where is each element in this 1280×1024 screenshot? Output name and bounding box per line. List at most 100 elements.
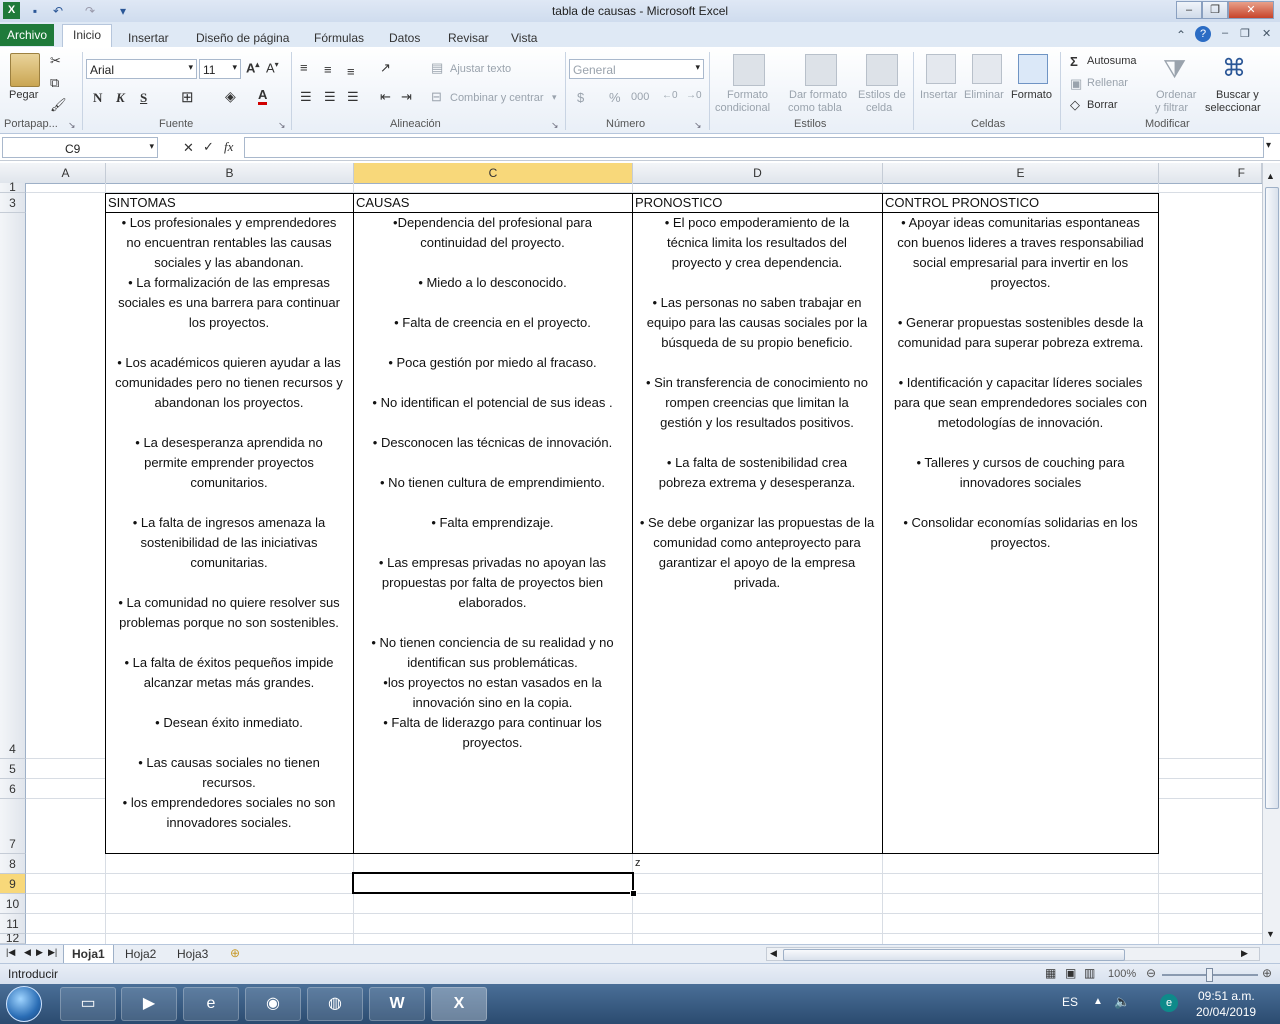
orientation-icon[interactable]: ↗: [380, 60, 391, 76]
zoom-slider-thumb[interactable]: [1206, 968, 1213, 982]
row-header-10[interactable]: 10: [0, 894, 26, 914]
sort-filter-label-2[interactable]: y filtrar: [1155, 102, 1188, 114]
thousands-button[interactable]: 000: [631, 91, 649, 103]
number-launcher-icon[interactable]: ↘: [694, 120, 702, 131]
cell-d8[interactable]: z: [635, 857, 641, 869]
align-bottom-icon[interactable]: ≡: [347, 64, 355, 79]
sheet-tab-hoja2[interactable]: Hoja2: [117, 945, 164, 963]
decrease-indent-icon[interactable]: ⇤: [380, 89, 391, 105]
normal-view-icon[interactable]: ▦: [1045, 966, 1056, 980]
font-color-button[interactable]: A: [258, 88, 268, 105]
network-icon[interactable]: e: [1160, 994, 1178, 1012]
italic-button[interactable]: K: [116, 90, 125, 106]
increase-indent-icon[interactable]: ⇥: [401, 89, 412, 105]
format-as-table-label-2[interactable]: como tabla: [788, 102, 842, 114]
insert-function-button[interactable]: fx: [224, 139, 233, 155]
sort-filter-label-1[interactable]: Ordenar: [1156, 89, 1196, 101]
format-cells-button[interactable]: Formato: [1011, 89, 1052, 101]
format-painter-icon[interactable]: 🖌: [50, 97, 67, 113]
start-button[interactable]: [6, 986, 42, 1022]
row-header-9[interactable]: 9: [0, 874, 26, 894]
scroll-right-icon[interactable]: ▶: [1241, 948, 1248, 959]
horizontal-scroll-thumb[interactable]: [783, 949, 1125, 961]
formula-input[interactable]: [244, 137, 1264, 158]
tab-archivo[interactable]: Archivo: [0, 24, 54, 46]
first-sheet-icon[interactable]: |◀: [6, 947, 15, 958]
column-header-a[interactable]: A: [26, 163, 106, 183]
taskbar-media-icon[interactable]: ▶: [121, 987, 177, 1021]
sheet-tab-hoja3[interactable]: Hoja3: [169, 945, 216, 963]
column-header-b[interactable]: B: [106, 163, 354, 183]
row-header-1[interactable]: 1: [0, 181, 26, 193]
name-box[interactable]: C9 ▾: [2, 137, 158, 158]
row-header-7[interactable]: 7: [0, 799, 26, 854]
cancel-entry-icon[interactable]: ✕: [183, 140, 194, 156]
grow-font-icon[interactable]: A▴: [246, 60, 259, 75]
paste-button[interactable]: Pegar: [9, 89, 38, 101]
taskbar-ie-icon[interactable]: e: [183, 987, 239, 1021]
percent-button[interactable]: %: [609, 90, 621, 105]
shrink-font-icon[interactable]: A▾: [266, 60, 279, 75]
cell-causas[interactable]: •Dependencia del profesional para contin…: [354, 213, 631, 853]
align-right-icon[interactable]: ☰: [347, 89, 359, 105]
last-sheet-icon[interactable]: ▶|: [48, 947, 57, 958]
header-causas[interactable]: CAUSAS: [354, 193, 631, 213]
decrease-decimal-icon[interactable]: →0: [686, 90, 702, 101]
confirm-entry-icon[interactable]: ✓: [203, 139, 214, 155]
tab-insertar[interactable]: Insertar: [118, 28, 179, 49]
fill-handle[interactable]: [630, 890, 637, 897]
tab-datos[interactable]: Datos: [379, 28, 430, 49]
find-select-label-2[interactable]: seleccionar: [1205, 102, 1261, 114]
insert-cells-button[interactable]: Insertar: [920, 89, 957, 101]
row-header-5[interactable]: 5: [0, 759, 26, 779]
scroll-left-icon[interactable]: ◀: [770, 948, 777, 959]
scroll-down-icon[interactable]: ▼: [1266, 929, 1275, 939]
prev-sheet-icon[interactable]: ◀: [24, 947, 31, 958]
taskbar-explorer-icon[interactable]: ▭: [60, 987, 116, 1021]
taskbar-excel-icon[interactable]: X: [431, 987, 487, 1021]
active-cell-c9[interactable]: [352, 872, 634, 894]
cell-styles-label-1[interactable]: Estilos de: [858, 89, 906, 101]
column-header-e[interactable]: E: [883, 163, 1159, 183]
find-select-label-1[interactable]: Buscar y: [1216, 89, 1259, 101]
ribbon-minimize-icon[interactable]: ⌃: [1176, 28, 1186, 42]
header-pronostico[interactable]: PRONOSTICO: [633, 193, 881, 213]
expand-formula-icon[interactable]: ▾: [1266, 140, 1271, 151]
font-launcher-icon[interactable]: ↘: [278, 120, 286, 131]
tab-diseno-pagina[interactable]: Diseño de página: [186, 28, 299, 49]
tab-formulas[interactable]: Fórmulas: [304, 28, 374, 49]
zoom-in-icon[interactable]: ⊕: [1262, 966, 1272, 980]
tab-inicio[interactable]: Inicio: [62, 24, 113, 48]
fill-color-icon[interactable]: ◈: [225, 88, 236, 105]
font-name-dropdown[interactable]: Arial ▾: [86, 59, 197, 79]
align-left-icon[interactable]: ☰: [300, 89, 312, 105]
paste-icon[interactable]: [10, 53, 40, 87]
format-as-table-label-1[interactable]: Dar formato: [789, 89, 847, 101]
conditional-format-label-2[interactable]: condicional: [715, 102, 770, 114]
sheet-tab-hoja1[interactable]: Hoja1: [63, 945, 114, 964]
cell-styles-label-2[interactable]: celda: [866, 102, 892, 114]
row-header-12[interactable]: 12: [0, 934, 26, 944]
close-button[interactable]: ✕: [1228, 1, 1274, 19]
align-center-icon[interactable]: ☰: [324, 89, 336, 105]
align-top-icon[interactable]: ≡: [300, 60, 308, 75]
row-header-11[interactable]: 11: [0, 914, 26, 934]
underline-button[interactable]: S: [140, 90, 147, 106]
show-hidden-icons-icon[interactable]: ▲: [1093, 996, 1103, 1007]
conditional-format-label-1[interactable]: Formato: [727, 89, 768, 101]
cell-pronostico[interactable]: • El poco empoderamiento de la técnica l…: [633, 213, 881, 853]
number-format-dropdown[interactable]: General ▾: [569, 59, 704, 79]
help-icon[interactable]: ?: [1195, 26, 1211, 42]
zoom-out-icon[interactable]: ⊖: [1146, 966, 1156, 980]
volume-icon[interactable]: 🔈: [1114, 994, 1130, 1010]
clipboard-launcher-icon[interactable]: ↘: [68, 120, 76, 131]
language-indicator[interactable]: ES: [1062, 995, 1078, 1009]
vertical-scroll-thumb[interactable]: [1265, 187, 1279, 809]
tab-vista[interactable]: Vista: [501, 28, 547, 49]
tab-revisar[interactable]: Revisar: [438, 28, 499, 49]
next-sheet-icon[interactable]: ▶: [36, 947, 43, 958]
taskbar-chrome-icon[interactable]: ◉: [245, 987, 301, 1021]
delete-cells-button[interactable]: Eliminar: [964, 89, 1004, 101]
scroll-up-icon[interactable]: ▲: [1266, 171, 1275, 181]
copy-icon[interactable]: ⧉: [50, 75, 59, 91]
